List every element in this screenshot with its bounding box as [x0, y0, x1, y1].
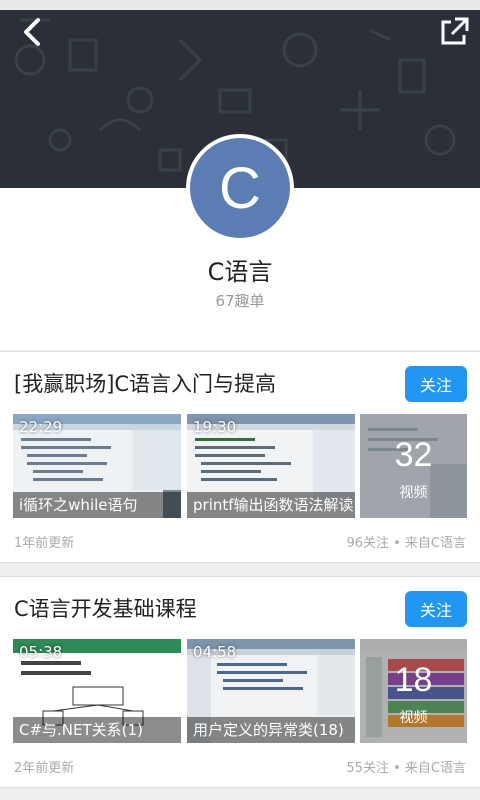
collection-stats: 55关注 • 来自C语言: [346, 761, 466, 776]
updated-time: 1年前更新: [14, 536, 75, 551]
video-count-unit: 视频: [399, 710, 428, 726]
follow-button[interactable]: 关注: [405, 366, 467, 402]
video-thumbnail[interactable]: 04:58 用户定义的异常类(18): [187, 639, 355, 743]
chevron-left-icon: [24, 18, 40, 46]
video-count: 18: [394, 661, 433, 699]
collection-title[interactable]: C语言开发基础课程: [14, 593, 197, 623]
status-strip: [0, 0, 480, 10]
share-button[interactable]: [436, 14, 472, 50]
back-button[interactable]: [16, 14, 52, 50]
external-link-icon: [441, 17, 469, 45]
video-duration: 22:29: [19, 418, 63, 436]
video-duration: 04:58: [193, 643, 237, 661]
video-count: 32: [394, 436, 433, 474]
video-thumbnail[interactable]: 22:29 i循环之while语句: [13, 414, 181, 518]
video-count-unit: 视频: [399, 485, 428, 501]
more-videos-tile[interactable]: 18 视频: [360, 639, 467, 743]
video-title: 用户定义的异常类(18): [187, 717, 355, 743]
video-title: i循环之while语句: [13, 492, 181, 518]
collection-title[interactable]: [我赢职场]C语言入门与提高: [14, 368, 276, 398]
updated-time: 2年前更新: [14, 761, 75, 776]
video-title: printf输出函数语法解读: [187, 492, 355, 518]
collection-card[interactable]: [我赢职场]C语言入门与提高 关注 22:29 i循环之while语句 19:3…: [0, 351, 480, 563]
page-title: C语言: [207, 258, 273, 286]
follow-button[interactable]: 关注: [405, 591, 467, 627]
video-thumbnail[interactable]: 19:30 printf输出函数语法解读: [187, 414, 355, 518]
video-title: C#与.NET关系(1): [13, 717, 181, 743]
video-duration: 05:38: [19, 643, 63, 661]
collection-count: 67趣单: [215, 292, 265, 310]
video-duration: 19:30: [193, 418, 237, 436]
avatar: C: [190, 138, 290, 238]
page: C C语言 67趣单 [我赢职场]C语言入门与提高 关注 22:29 i循环之w…: [0, 0, 480, 800]
video-thumbnail[interactable]: 05:38 C#与.NET关系(1): [13, 639, 181, 743]
collection-card[interactable]: C语言开发基础课程 关注 05:38 C#与.NET关系(1) 04:58 用户…: [0, 576, 480, 788]
more-videos-tile[interactable]: 32 视频: [360, 414, 467, 518]
collection-stats: 96关注 • 来自C语言: [346, 536, 466, 551]
